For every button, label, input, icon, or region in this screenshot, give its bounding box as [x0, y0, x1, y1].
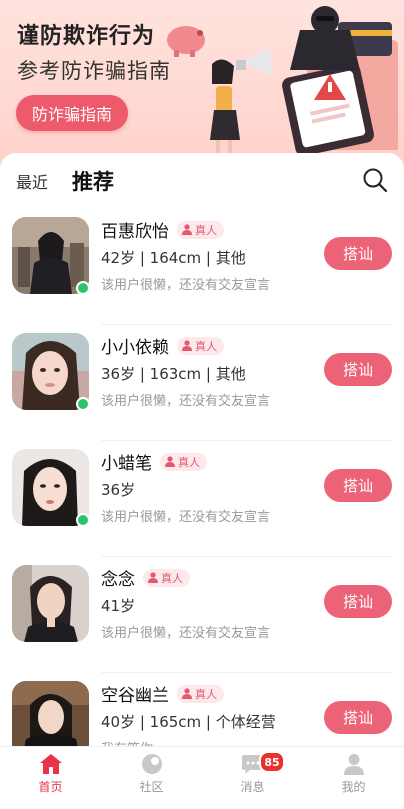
verified-badge: 真人 — [177, 684, 224, 703]
bottom-tab-bar: 首页 社区 消息 85 我的 — [0, 746, 404, 809]
verified-badge: 真人 — [143, 568, 190, 587]
user-info: 42岁 | 164cm | 其他 — [101, 249, 246, 267]
user-card[interactable]: 小小依赖 真人 36岁 | 163cm | 其他 该用户很懒，还没有交友宣言 搭… — [0, 325, 404, 441]
avatar[interactable] — [12, 565, 89, 642]
tab-mine-label: 我的 — [341, 780, 366, 794]
user-bio: 该用户很懒，还没有交友宣言 — [101, 510, 271, 525]
greet-button[interactable]: 搭讪 — [324, 353, 392, 386]
greet-button[interactable]: 搭讪 — [324, 469, 392, 502]
online-status-dot — [76, 397, 90, 411]
anti-fraud-guide-button[interactable]: 防诈骗指南 — [16, 95, 128, 131]
verified-badge: 真人 — [177, 336, 224, 355]
recommend-panel: 最近 推荐 百惠欣怡 真人 42岁 | 164cm | 其他 该用户很懒，还没有… — [0, 153, 404, 753]
person-icon — [182, 688, 192, 699]
user-bio: 该用户很懒，还没有交友宣言 — [101, 394, 271, 409]
user-bio: 该用户很懒，还没有交友宣言 — [101, 278, 271, 293]
user-info: 41岁 — [101, 597, 136, 615]
user-card[interactable]: 空谷幽兰 真人 40岁 | 165cm | 个体经营 我有笨你 搭讪 — [0, 673, 404, 753]
user-info: 36岁 | 163cm | 其他 — [101, 365, 246, 383]
greet-button[interactable]: 搭讪 — [324, 701, 392, 734]
banner-title: 谨防欺诈行为 — [17, 24, 156, 49]
user-name: 小小依赖 — [101, 338, 169, 358]
anti-fraud-banner[interactable]: 谨防欺诈行为 参考防诈骗指南 防诈骗指南 — [0, 0, 404, 175]
user-info: 40岁 | 165cm | 个体经营 — [101, 713, 276, 731]
user-name: 小蜡笔 — [101, 454, 152, 474]
banner-subtitle: 参考防诈骗指南 — [17, 59, 171, 83]
home-icon — [39, 754, 62, 774]
user-name: 百惠欣怡 — [101, 222, 169, 242]
user-card[interactable]: 百惠欣怡 真人 42岁 | 164cm | 其他 该用户很懒，还没有交友宣言 搭… — [0, 209, 404, 325]
person-icon — [182, 224, 192, 235]
greet-button[interactable]: 搭讪 — [324, 237, 392, 270]
user-card[interactable]: 小蜡笔 真人 36岁 该用户很懒，还没有交友宣言 搭讪 — [0, 441, 404, 557]
person-icon — [165, 456, 175, 467]
verified-badge: 真人 — [160, 452, 207, 471]
user-name: 念念 — [101, 570, 135, 590]
anti-fraud-illustration — [167, 6, 398, 156]
unread-badge: 85 — [259, 751, 285, 773]
list-tabs: 最近 推荐 — [0, 153, 404, 205]
tab-recent[interactable]: 最近 — [16, 169, 48, 193]
online-status-dot — [76, 281, 90, 295]
user-name: 空谷幽兰 — [101, 686, 169, 706]
search-icon[interactable] — [362, 167, 388, 193]
tab-messages[interactable]: 消息 85 — [202, 747, 303, 809]
tab-mine[interactable]: 我的 — [303, 747, 404, 809]
user-list: 百惠欣怡 真人 42岁 | 164cm | 其他 该用户很懒，还没有交友宣言 搭… — [0, 209, 404, 753]
tab-community-label: 社区 — [139, 780, 164, 794]
profile-icon — [343, 754, 364, 775]
greet-button[interactable]: 搭讪 — [324, 585, 392, 618]
verified-badge: 真人 — [177, 220, 224, 239]
tab-home[interactable]: 首页 — [0, 747, 101, 809]
tab-home-label: 首页 — [38, 780, 63, 794]
tab-messages-label: 消息 — [240, 780, 265, 794]
tab-recommend[interactable]: 推荐 — [72, 166, 114, 196]
person-icon — [182, 340, 192, 351]
user-bio: 该用户很懒，还没有交友宣言 — [101, 626, 271, 641]
community-icon — [141, 754, 162, 774]
user-info: 36岁 — [101, 481, 136, 499]
person-icon — [148, 572, 158, 583]
avatar[interactable] — [12, 681, 89, 753]
online-status-dot — [76, 513, 90, 527]
user-card[interactable]: 念念 真人 41岁 该用户很懒，还没有交友宣言 搭讪 — [0, 557, 404, 673]
tab-community[interactable]: 社区 — [101, 747, 202, 809]
